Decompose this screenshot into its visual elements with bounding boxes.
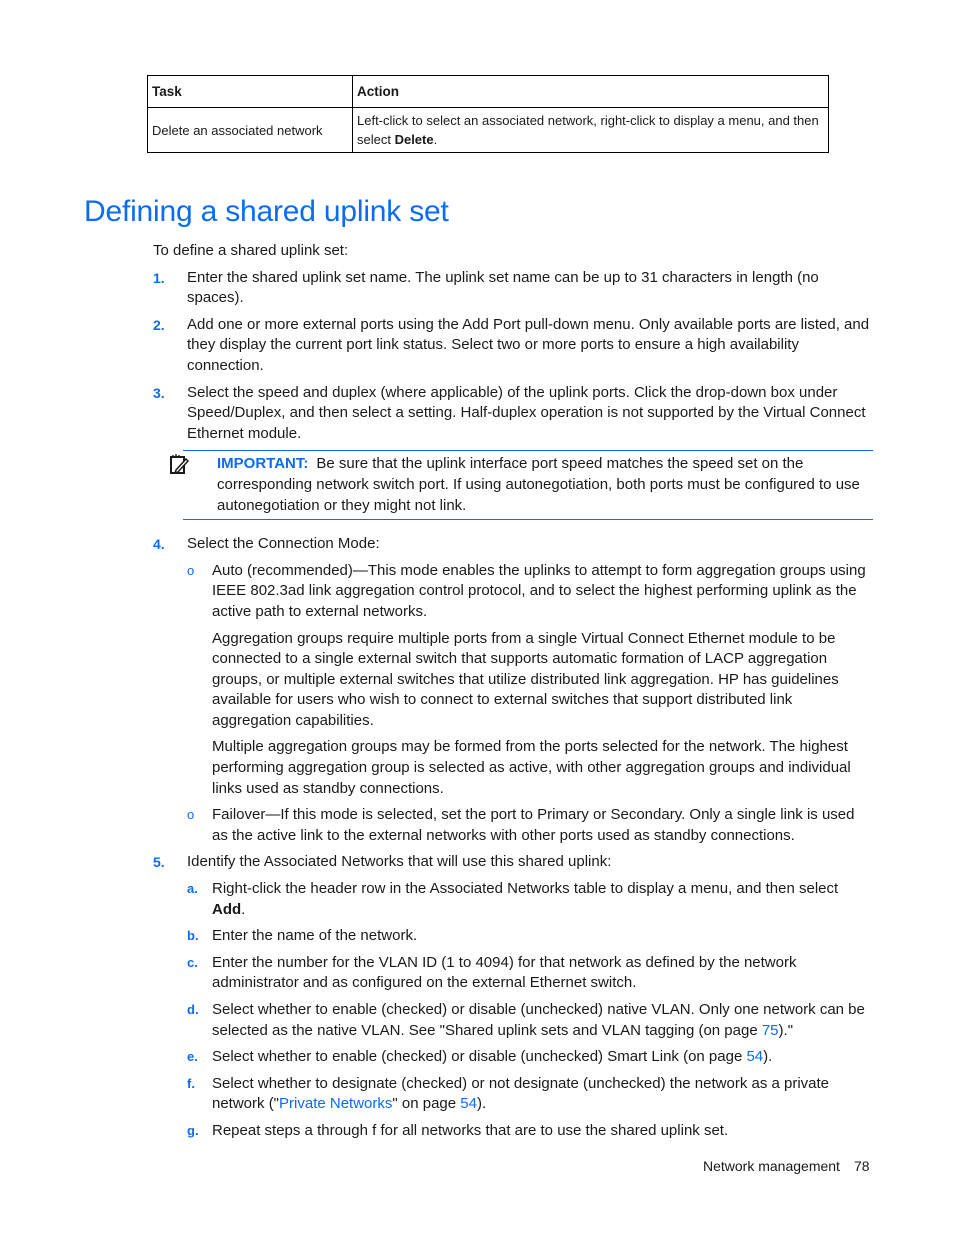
important-note: IMPORTANT: Be sure that the uplink interf… bbox=[170, 450, 873, 521]
substep-e: e. Select whether to enable (checked) or… bbox=[187, 1048, 773, 1066]
table-header-row: Task Action bbox=[147, 75, 829, 108]
step-number: 2. bbox=[153, 316, 165, 333]
mode-auto: o Auto (recommended)—This mode enables t… bbox=[187, 561, 866, 797]
step-number: 3. bbox=[153, 384, 165, 401]
step-5: 5. Identify the Associated Networks that… bbox=[153, 852, 873, 1141]
private-networks-link[interactable]: Private Networks bbox=[279, 1095, 392, 1112]
important-label: IMPORTANT: bbox=[217, 455, 309, 473]
step-text: Add one or more external ports using the… bbox=[187, 315, 870, 374]
step-text: Select the Connection Mode: bbox=[187, 535, 380, 553]
important-text: Be sure that the uplink interface port s… bbox=[217, 455, 860, 514]
step-2: 2. Add one or more external ports using … bbox=[153, 315, 873, 377]
step-3: 3. Select the speed and duplex (where ap… bbox=[153, 383, 873, 445]
action-cell: Left-click to select an associated netwo… bbox=[352, 107, 829, 153]
delete-emphasis: Delete bbox=[394, 132, 434, 147]
step-text: Enter the shared uplink set name. The up… bbox=[187, 268, 819, 307]
section-title: Defining a shared uplink set bbox=[84, 195, 449, 228]
bullet-icon: o bbox=[187, 807, 195, 823]
substep-a: a. Right-click the header row in the Ass… bbox=[187, 880, 839, 918]
substep-f: f. Select whether to designate (checked)… bbox=[187, 1074, 830, 1113]
important-note-icon bbox=[170, 454, 189, 475]
bullet-icon: o bbox=[187, 562, 195, 578]
column-header-task: Task bbox=[147, 75, 353, 108]
step-number: 1. bbox=[153, 269, 165, 286]
step-1: 1. Enter the shared uplink set name. The… bbox=[153, 268, 873, 309]
table-row: Delete an associated network Left-click … bbox=[147, 107, 829, 153]
column-header-action: Action bbox=[352, 75, 829, 108]
substep-d: d. Select whether to enable (checked) or… bbox=[187, 1001, 865, 1039]
add-emphasis: Add bbox=[212, 900, 242, 918]
step-number: 4. bbox=[153, 536, 165, 553]
section-body: To define a shared uplink set: 1. Enter … bbox=[153, 241, 873, 1148]
page-75-link[interactable]: 75 bbox=[762, 1022, 779, 1039]
step-number: 5. bbox=[153, 854, 165, 871]
step-text: Identify the Associated Networks that wi… bbox=[187, 853, 612, 871]
intro-text: To define a shared uplink set: bbox=[153, 242, 349, 259]
footer-section-name: Network management bbox=[703, 1158, 840, 1174]
page-number: 78 bbox=[853, 1158, 870, 1174]
step-4: 4. Select the Connection Mode: o Auto (r… bbox=[153, 534, 873, 846]
task-action-table: Task Action Delete an associated network… bbox=[147, 75, 829, 153]
substep-b: b. Enter the name of the network. bbox=[187, 927, 418, 945]
substep-c: c. Enter the number for the VLAN ID (1 t… bbox=[187, 953, 797, 992]
page-54-link[interactable]: 54 bbox=[746, 1048, 763, 1065]
step-text: Select the speed and duplex (where appli… bbox=[187, 383, 866, 442]
substep-g: g. Repeat steps a through f for all netw… bbox=[187, 1121, 729, 1139]
page-footer: Network management 78 bbox=[703, 1158, 870, 1174]
page-54-link[interactable]: 54 bbox=[460, 1095, 477, 1112]
mode-failover: o Failover—If this mode is selected, set… bbox=[187, 806, 855, 844]
task-cell: Delete an associated network bbox=[147, 107, 353, 153]
